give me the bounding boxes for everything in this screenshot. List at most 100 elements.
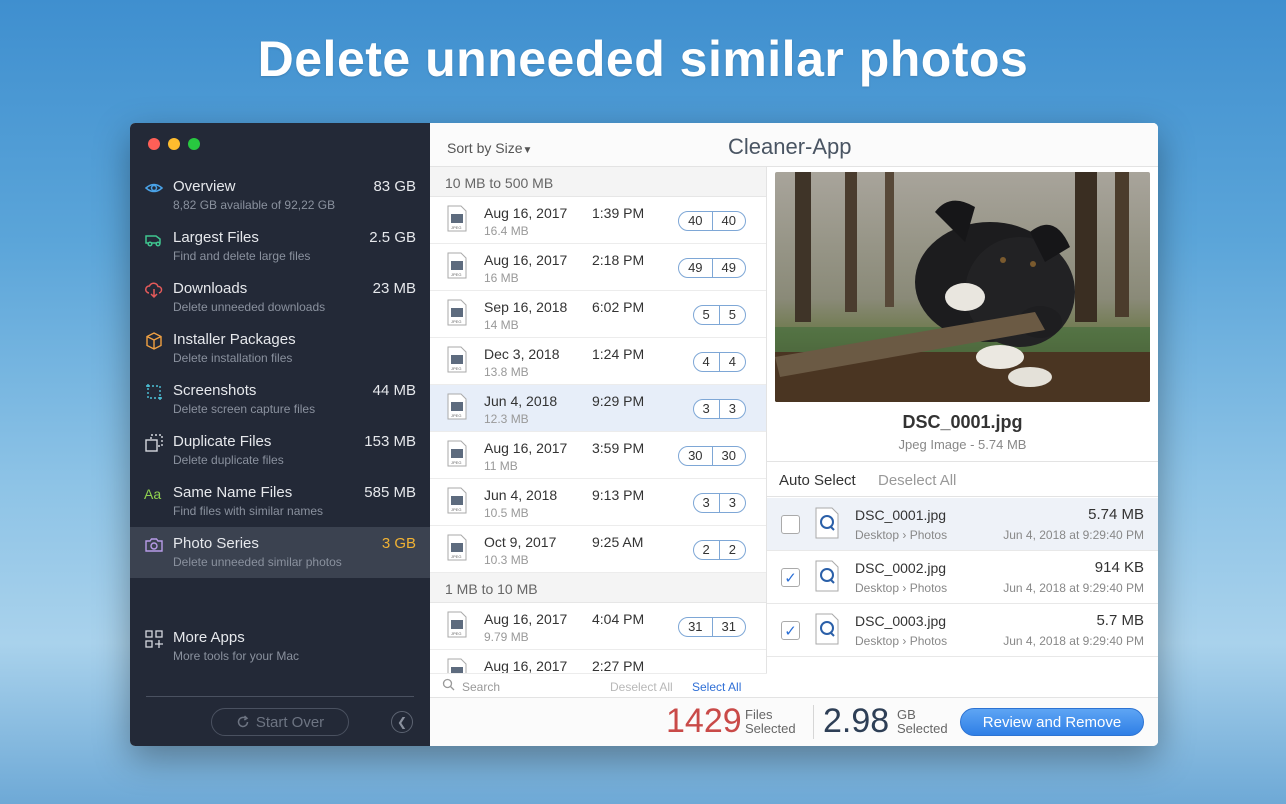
sidebar-item-largest-files[interactable]: Largest Files Find and delete large file… xyxy=(130,221,430,272)
row-time: 4:04 PM xyxy=(592,611,645,627)
image-file-icon xyxy=(815,613,839,645)
refresh-icon xyxy=(237,715,249,728)
collapse-sidebar-button[interactable]: ❮ xyxy=(391,711,413,733)
row-date: Aug 16, 2017 xyxy=(484,611,568,627)
count-badge: 40 40 xyxy=(678,211,746,231)
row-size: 9.79 MB xyxy=(484,630,529,644)
series-row[interactable]: JPEG Dec 3, 2018 13.8 MB 1:24 PM 44 xyxy=(430,338,766,385)
minimize-window-button[interactable] xyxy=(168,138,180,150)
jpeg-file-icon: JPEG xyxy=(447,346,467,373)
series-row[interactable]: JPEG Oct 9, 2017 10.3 MB 9:25 AM 22 xyxy=(430,526,766,573)
photo-checkbox[interactable] xyxy=(781,515,800,534)
image-file-icon xyxy=(815,507,839,539)
row-size: 13.8 MB xyxy=(484,365,529,379)
screenshot-icon xyxy=(146,384,162,400)
sidebar-item-screenshots[interactable]: Screenshots Delete screen capture files … xyxy=(130,374,430,425)
sidebar-item-title: More Apps xyxy=(173,629,245,646)
row-date: Jun 4, 2018 xyxy=(484,487,558,503)
camera-icon xyxy=(145,538,163,552)
total-count: 2 xyxy=(718,541,745,559)
count-badge: 33 xyxy=(692,493,746,513)
sidebar-item-title: Photo Series xyxy=(173,535,259,552)
sidebar-item-title: Downloads xyxy=(173,280,248,297)
list-deselect-all-link[interactable]: Deselect All xyxy=(610,680,673,694)
series-row[interactable]: JPEG Aug 16, 2017 9.79 MB 4:04 PM 31 31 xyxy=(430,603,766,650)
auto-select-button[interactable]: Auto Select xyxy=(779,472,856,489)
series-row[interactable]: JPEG Aug 16, 2017 16 MB 2:18 PM 49 49 xyxy=(430,244,766,291)
main-panel: Sort by Size▼ Cleaner-App 10 MB to 500 M… xyxy=(430,123,1158,746)
selection-controls: Auto Select Deselect All xyxy=(767,461,1158,497)
photo-date: Jun 4, 2018 at 9:29:40 PM xyxy=(1003,528,1144,542)
count-badge: 55 xyxy=(692,305,746,325)
list-footer: Search Deselect All Select All xyxy=(430,673,767,697)
row-time: 9:29 PM xyxy=(592,393,645,409)
series-row[interactable]: JPEG Sep 16, 2018 14 MB 6:02 PM 55 xyxy=(430,291,766,338)
caret-down-icon: ▼ xyxy=(522,145,533,156)
sidebar-item-size: 83 GB xyxy=(373,178,416,195)
photo-item[interactable]: ✓ DSC_0002.jpg Desktop › Photos 914 KB J… xyxy=(767,551,1158,604)
svg-text:JPEG: JPEG xyxy=(451,631,461,636)
selected-count: 5 xyxy=(702,307,710,322)
photo-path: Desktop › Photos xyxy=(855,634,947,648)
series-row-selected[interactable]: JPEG Jun 4, 2018 12.3 MB 9:29 PM 33 xyxy=(430,385,766,432)
sidebar-item-duplicate-files[interactable]: Duplicate Files Delete duplicate files 1… xyxy=(130,425,430,476)
selected-count: 30 xyxy=(688,448,703,463)
sidebar-item-overview[interactable]: Overview 8,82 GB available of 92,22 GB 8… xyxy=(130,170,430,221)
photo-size: 5.7 MB xyxy=(1096,612,1144,629)
window-controls xyxy=(148,138,200,150)
jpeg-file-icon: JPEG xyxy=(447,534,467,561)
series-row[interactable]: JPEG Jun 4, 2018 10.5 MB 9:13 PM 33 xyxy=(430,479,766,526)
list-select-all-link[interactable]: Select All xyxy=(692,680,741,694)
font-icon: Aa xyxy=(144,486,161,502)
row-date: Oct 9, 2017 xyxy=(484,534,557,550)
sidebar-item-size: 585 MB xyxy=(364,484,416,501)
photo-preview[interactable] xyxy=(775,172,1150,402)
photo-checkbox-checked[interactable]: ✓ xyxy=(781,621,800,640)
photo-item[interactable]: DSC_0001.jpg Desktop › Photos 5.74 MB Ju… xyxy=(767,498,1158,551)
row-size: 16 MB xyxy=(484,271,519,285)
search-input[interactable]: Search xyxy=(462,680,500,694)
start-over-button[interactable]: Start Over xyxy=(211,708,349,736)
photo-name: DSC_0003.jpg xyxy=(855,613,947,629)
sidebar-item-photo-series[interactable]: Photo Series Delete unneeded similar pho… xyxy=(130,527,430,578)
total-count: 40 xyxy=(711,212,745,230)
files-selected-label: Files Selected xyxy=(745,708,796,736)
photo-item[interactable]: ✓ DSC_0003.jpg Desktop › Photos 5.7 MB J… xyxy=(767,604,1158,657)
close-window-button[interactable] xyxy=(148,138,160,150)
zoom-window-button[interactable] xyxy=(188,138,200,150)
deselect-all-button[interactable]: Deselect All xyxy=(878,472,956,489)
row-date: Jun 4, 2018 xyxy=(484,393,558,409)
jpeg-file-icon: JPEG xyxy=(447,611,467,638)
jpeg-file-icon: JPEG xyxy=(447,299,467,326)
sidebar-item-installer-packages[interactable]: Installer Packages Delete installation f… xyxy=(130,323,430,374)
app-title: Cleaner-App xyxy=(728,134,852,159)
sidebar-item-downloads[interactable]: Downloads Delete unneeded downloads 23 M… xyxy=(130,272,430,323)
row-size: 11 MB xyxy=(484,459,518,473)
row-date: Aug 16, 2017 xyxy=(484,252,568,268)
row-date: Aug 16, 2017 xyxy=(484,440,568,456)
duplicate-icon xyxy=(145,434,163,452)
row-time: 6:02 PM xyxy=(592,299,645,315)
sidebar-item-size: 2.5 GB xyxy=(369,229,416,246)
photo-date: Jun 4, 2018 at 9:29:40 PM xyxy=(1003,581,1144,595)
row-time: 2:27 PM xyxy=(592,658,645,674)
preview-file-info: Jpeg Image - 5.74 MB xyxy=(898,437,1027,452)
photo-checkbox-checked[interactable]: ✓ xyxy=(781,568,800,587)
group-header: 10 MB to 500 MB xyxy=(430,167,766,197)
series-row[interactable]: JPEG Aug 16, 2017 16.4 MB 1:39 PM 40 40 xyxy=(430,197,766,244)
jpeg-file-icon: JPEG xyxy=(447,487,467,514)
sidebar-item-title: Largest Files xyxy=(173,229,259,246)
row-date: Aug 16, 2017 xyxy=(484,205,568,221)
sidebar-item-same-name-files[interactable]: Aa Same Name Files Find files with simil… xyxy=(130,476,430,527)
total-count: 4 xyxy=(718,353,745,371)
sidebar-item-more-apps[interactable]: More Apps More tools for your Mac xyxy=(130,621,430,672)
count-badge: 31 31 xyxy=(678,617,746,637)
review-and-remove-button[interactable]: Review and Remove xyxy=(960,708,1144,736)
gb-label-line1: GB xyxy=(897,707,916,722)
checkmark-icon: ✓ xyxy=(784,569,797,587)
sort-dropdown[interactable]: Sort by Size▼ xyxy=(447,140,532,156)
row-size: 12.3 MB xyxy=(484,412,529,426)
sidebar-item-subtitle: More tools for your Mac xyxy=(173,649,300,663)
photo-folder: Desktop xyxy=(855,528,900,542)
series-row[interactable]: JPEG Aug 16, 2017 11 MB 3:59 PM 30 30 xyxy=(430,432,766,479)
